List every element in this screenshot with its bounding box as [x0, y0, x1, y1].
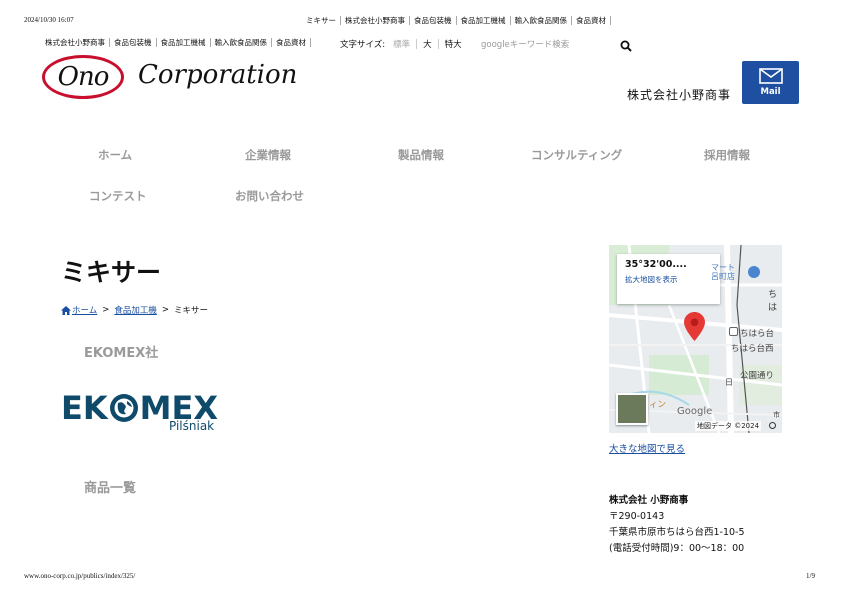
top-nav-item[interactable]: 輸入飲食品関係 [515, 15, 568, 26]
maker-heading: EKOMEX社 [84, 346, 159, 361]
home-icon [61, 305, 71, 315]
top-nav-item[interactable]: 株式会社小野商事 [345, 15, 405, 26]
breadcrumb-current: ミキサー [174, 306, 209, 316]
mail-button[interactable]: Mail [742, 61, 799, 104]
logo-corporation-text[interactable]: Corporation [138, 60, 297, 90]
map-label: 公園通り [740, 371, 775, 381]
logo-oval-text: Ono [57, 62, 110, 92]
address-hours: (電話受付時間)9：00〜18：00 [609, 543, 745, 554]
map-label: ちは [768, 290, 778, 313]
sub-nav-item[interactable]: 食品包装機 [114, 37, 152, 48]
address-postal: 〒290-0143 [609, 511, 665, 522]
map-embed[interactable]: 35°32'00.... 拡大地図を表示 マート 呂町店 ちは ちはら台 ちはら… [609, 245, 782, 433]
map-data-credit: 地図データ ©2024 [695, 421, 762, 431]
main-nav-products[interactable]: 製品情報 [398, 147, 444, 163]
big-map-link[interactable]: 大きな地図で見る [609, 441, 685, 455]
header-company-name: 株式会社小野商事 [627, 88, 732, 102]
main-nav-contest[interactable]: コンテスト [89, 188, 147, 204]
satellite-thumbnail[interactable] [616, 393, 648, 425]
top-nav: ミキサー 株式会社小野商事 食品包装機 食品加工機械 輸入飲食品関係 食品資材 [306, 15, 615, 26]
breadcrumb-separator: > [102, 305, 110, 315]
font-size-switcher: 文字サイズ: 標準 大 特大 [340, 38, 468, 50]
address-company-name: 株式会社 小野商事 [609, 495, 689, 506]
search-icon[interactable] [620, 37, 632, 52]
mail-label: Mail [760, 87, 781, 97]
map-info-window: 35°32'00.... 拡大地図を表示 [617, 254, 720, 304]
location-pin-icon[interactable] [684, 312, 705, 341]
main-nav-company[interactable]: 企業情報 [245, 147, 291, 163]
sub-nav-item[interactable]: 輸入飲食品関係 [215, 37, 268, 48]
ekomex-logo-sub: Pilśniak [169, 419, 215, 433]
main-nav-home[interactable]: ホーム [98, 147, 132, 163]
ekomex-logo-left: EK [61, 389, 108, 427]
font-size-label: 文字サイズ: [340, 40, 386, 50]
map-label: 市 [773, 411, 780, 419]
map-settings-icon[interactable] [769, 422, 776, 429]
breadcrumb-separator: > [161, 305, 170, 315]
sub-nav-item[interactable]: 食品加工機械 [161, 37, 206, 48]
font-size-large[interactable]: 大 [417, 38, 438, 50]
breadcrumb: ホーム > 食品加工機 > ミキサー [61, 304, 208, 316]
envelope-icon [758, 68, 783, 84]
top-nav-item[interactable]: 食品資材 [576, 15, 606, 26]
print-date: 2024/10/30 16:07 [24, 16, 74, 24]
logo-oval[interactable]: Ono [42, 55, 124, 99]
map-label: 日 [725, 378, 733, 387]
top-nav-item[interactable]: 食品加工機械 [461, 15, 506, 26]
globe-icon [109, 394, 138, 422]
shop-marker-icon[interactable] [748, 266, 760, 278]
google-logo: Google [677, 406, 713, 417]
page-title: ミキサー [61, 258, 162, 287]
main-nav-contact[interactable]: お問い合わせ [235, 188, 304, 204]
map-label: ちはら台 [740, 329, 775, 339]
font-size-normal[interactable]: 標準 [387, 38, 416, 50]
sub-nav-item[interactable]: 株式会社小野商事 [45, 37, 105, 48]
top-nav-item[interactable]: ミキサー [306, 15, 336, 26]
main-nav-recruit[interactable]: 採用情報 [704, 147, 750, 163]
breadcrumb-category[interactable]: 食品加工機 [114, 304, 157, 316]
company-address: 株式会社 小野商事 〒290-0143 千葉県市原市ちはら台西1-10-5 (電… [609, 493, 745, 557]
products-heading: 商品一覧 [84, 481, 137, 496]
map-label: 呂町店 [711, 272, 735, 281]
station-icon [729, 327, 738, 336]
map-label: ちはら台西 [731, 344, 774, 354]
top-nav-item[interactable]: 食品包装機 [414, 15, 452, 26]
print-url: www.ono-corp.co.jp/publics/index/325/ [24, 572, 136, 580]
map-coordinates: 35°32'00.... [625, 259, 687, 270]
ekomex-logo: EK MEX Pilśniak [61, 389, 231, 437]
address-street: 千葉県市原市ちはら台西1-10-5 [609, 527, 745, 538]
search-input[interactable]: googleキーワード検索 [481, 38, 569, 50]
map-label: ィン [649, 400, 667, 410]
breadcrumb-home[interactable]: ホーム [72, 304, 97, 316]
print-page-number: 1/9 [806, 572, 815, 580]
sub-nav: 株式会社小野商事 食品包装機 食品加工機械 輸入飲食品関係 食品資材 [45, 37, 315, 48]
map-enlarge-link[interactable]: 拡大地図を表示 [625, 274, 712, 285]
main-nav-consulting[interactable]: コンサルティング [531, 147, 622, 163]
sub-nav-item[interactable]: 食品資材 [276, 37, 306, 48]
font-size-xlarge[interactable]: 特大 [439, 38, 468, 50]
